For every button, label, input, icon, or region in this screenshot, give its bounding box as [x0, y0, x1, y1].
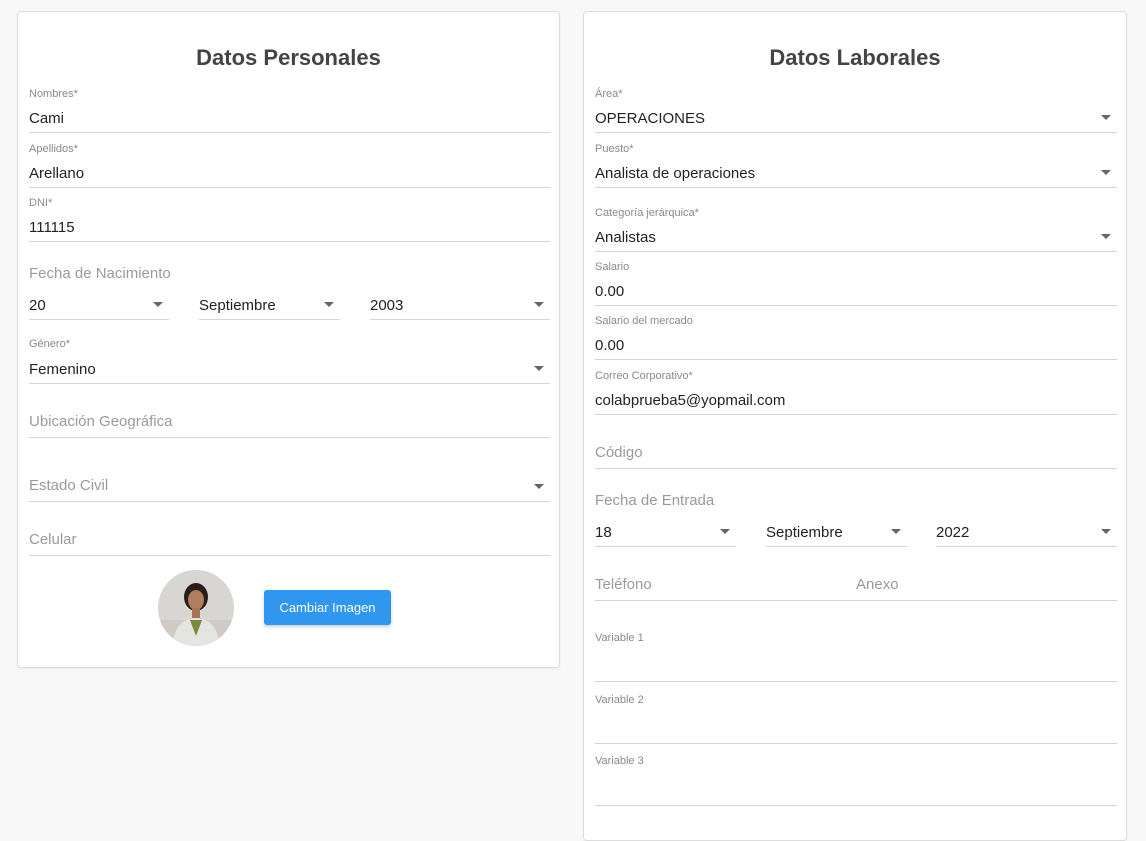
profile-photo [158, 570, 234, 646]
dni-value: 111115 [29, 219, 75, 236]
area-label: Área* [595, 88, 623, 100]
apellidos-field[interactable]: Apellidos* Arellano [29, 143, 550, 188]
chevron-down-icon [720, 529, 730, 534]
personal-data-card: Datos Personales Nombres* Cami Apellidos… [17, 11, 560, 668]
genero-value: Femenino [29, 361, 96, 378]
nombres-field[interactable]: Nombres* Cami [29, 88, 550, 133]
salario-mercado-input[interactable]: Salario del mercado 0.00 [595, 315, 1117, 360]
ubicacion-input[interactable]: Ubicación Geográfica [29, 407, 550, 438]
anexo-placeholder[interactable]: Anexo [856, 576, 899, 593]
chevron-down-icon [1101, 115, 1111, 120]
puesto-label: Puesto* [595, 143, 634, 155]
apellidos-value: Arellano [29, 165, 85, 182]
work-data-title: Datos Laborales [769, 45, 941, 70]
fecha-entrada-label: Fecha de Entrada [595, 492, 715, 509]
entry-year-value: 2022 [936, 524, 970, 541]
entry-month-select[interactable]: Septiembre [766, 517, 907, 547]
chevron-down-icon [534, 484, 544, 489]
correo-label: Correo Corporativo* [595, 370, 693, 382]
correo-input[interactable]: Correo Corporativo* colabprueba5@yopmail… [595, 370, 1117, 415]
celular-input[interactable]: Celular [29, 525, 550, 556]
avatar [158, 570, 234, 646]
chevron-down-icon [1101, 170, 1111, 175]
birth-day-select[interactable]: 20 [29, 290, 169, 320]
categoria-label: Categoría jerárquica* [595, 207, 699, 219]
birth-month-select[interactable]: Septiembre [199, 290, 340, 320]
nombres-value: Cami [29, 110, 65, 127]
chevron-down-icon [153, 302, 163, 307]
celular-placeholder: Celular [29, 531, 77, 548]
salario-input[interactable]: Salario 0.00 [595, 261, 1117, 306]
personal-data-title: Datos Personales [196, 45, 381, 70]
work-data-card: Datos Laborales Área* OPERACIONES Puesto… [583, 11, 1127, 841]
chevron-down-icon [1101, 234, 1111, 239]
categoria-select[interactable]: Categoría jerárquica* Analistas [595, 207, 1117, 252]
variable-1-label: Variable 1 [595, 632, 644, 644]
salario-mercado-value: 0.00 [595, 337, 625, 354]
nombres-label: Nombres* [29, 88, 78, 100]
telefono-placeholder[interactable]: Teléfono [595, 576, 652, 593]
chevron-down-icon [891, 529, 901, 534]
change-image-button[interactable]: Cambiar Imagen [264, 590, 391, 625]
salario-label: Salario [595, 261, 630, 273]
puesto-select[interactable]: Puesto* Analista de operaciones [595, 143, 1117, 188]
salario-mercado-label: Salario del mercado [595, 315, 693, 327]
codigo-input[interactable]: Código [595, 438, 1117, 469]
variable-3-input[interactable]: Variable 3 [595, 755, 1117, 806]
birth-year-select[interactable]: 2003 [370, 290, 550, 320]
entry-day-select[interactable]: 18 [595, 517, 736, 547]
dni-field[interactable]: DNI* 111115 [29, 197, 550, 242]
fecha-nacimiento-label: Fecha de Nacimiento [29, 265, 171, 282]
chevron-down-icon [324, 302, 334, 307]
variable-3-label: Variable 3 [595, 755, 644, 767]
estado-civil-select[interactable]: Estado Civil [29, 471, 550, 502]
puesto-value: Analista de operaciones [595, 165, 756, 182]
dni-label: DNI* [29, 197, 53, 209]
genero-select[interactable]: Género* Femenino [29, 338, 550, 384]
phone-row: Teléfono Anexo [595, 570, 1117, 601]
chevron-down-icon [534, 366, 544, 371]
chevron-down-icon [1101, 529, 1111, 534]
birth-month-value: Septiembre [199, 297, 276, 314]
area-select[interactable]: Área* OPERACIONES [595, 88, 1117, 133]
variable-1-input[interactable]: Variable 1 [595, 632, 1117, 682]
entry-month-value: Septiembre [766, 524, 843, 541]
salario-value: 0.00 [595, 283, 625, 300]
variable-2-input[interactable]: Variable 2 [595, 694, 1117, 744]
apellidos-label: Apellidos* [29, 143, 78, 155]
ubicacion-placeholder: Ubicación Geográfica [29, 413, 173, 430]
categoria-value: Analistas [595, 229, 656, 246]
variable-2-label: Variable 2 [595, 694, 644, 706]
chevron-down-icon [534, 302, 544, 307]
codigo-placeholder: Código [595, 444, 643, 461]
birth-year-value: 2003 [370, 297, 404, 314]
genero-label: Género* [29, 338, 70, 350]
area-value: OPERACIONES [595, 110, 706, 127]
birth-day-value: 20 [29, 297, 46, 314]
correo-value: colabprueba5@yopmail.com [595, 392, 786, 409]
entry-day-value: 18 [595, 524, 612, 541]
entry-year-select[interactable]: 2022 [936, 517, 1117, 547]
estado-civil-placeholder: Estado Civil [29, 477, 109, 494]
